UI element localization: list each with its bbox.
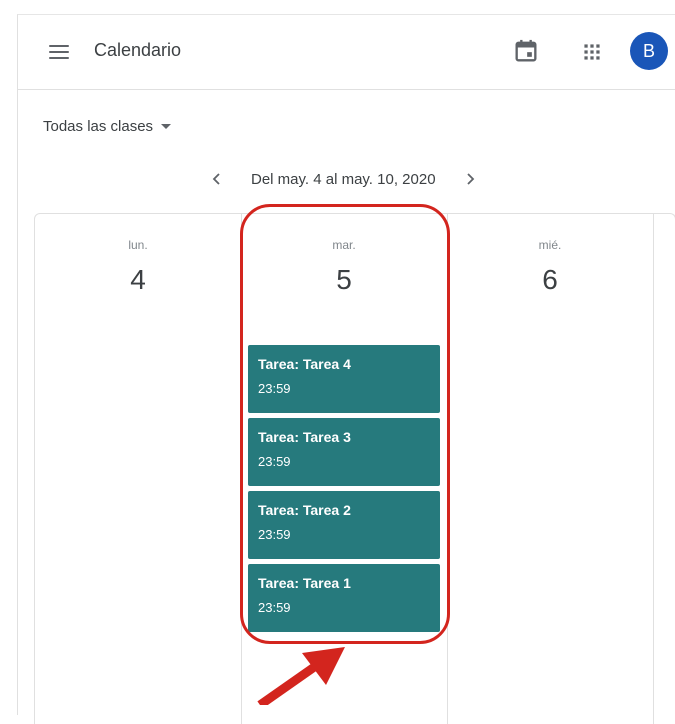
day-header: mié. 6 <box>447 238 653 296</box>
apps-button[interactable] <box>579 39 605 65</box>
week-navigation: Del may. 4 al may. 10, 2020 <box>205 167 482 191</box>
event-title: Tarea: Tarea 2 <box>258 502 351 518</box>
main-menu-button[interactable] <box>44 37 74 67</box>
annotation-arrow-icon <box>257 647 345 705</box>
event-title: Tarea: Tarea 1 <box>258 575 351 591</box>
class-filter-label: Todas las clases <box>43 118 154 135</box>
top-app-bar: Calendario B <box>18 15 675 90</box>
calendar-icon <box>515 39 537 62</box>
week-grid: lun. 4 mar. 5 Tarea: Tarea 4 23:59 Tarea… <box>34 213 675 724</box>
event-list: Tarea: Tarea 4 23:59 Tarea: Tarea 3 23:5… <box>248 345 440 632</box>
previous-week-button[interactable] <box>205 167 229 191</box>
day-column-mon[interactable]: lun. 4 <box>35 214 242 724</box>
day-number: 5 <box>336 264 352 295</box>
day-of-week: mié. <box>538 238 562 252</box>
event-time: 23:59 <box>258 600 291 615</box>
account-avatar[interactable]: B <box>630 32 668 70</box>
next-week-button[interactable] <box>458 167 482 191</box>
calendar-button[interactable] <box>512 37 540 65</box>
week-range-label: Del may. 4 al may. 10, 2020 <box>251 170 436 188</box>
chevron-right-icon <box>466 173 474 185</box>
page-title: Calendario <box>94 40 182 60</box>
assignment-event[interactable]: Tarea: Tarea 3 23:59 <box>248 418 440 486</box>
hamburger-menu-icon <box>49 45 69 47</box>
chevron-left-icon <box>212 173 220 185</box>
class-filter-dropdown[interactable]: Todas las clases <box>43 118 172 135</box>
day-header: lun. 4 <box>35 238 241 296</box>
event-title: Tarea: Tarea 4 <box>258 356 351 372</box>
event-time: 23:59 <box>258 381 291 396</box>
assignment-event[interactable]: Tarea: Tarea 2 23:59 <box>248 491 440 559</box>
assignment-event[interactable]: Tarea: Tarea 4 23:59 <box>248 345 440 413</box>
apps-grid-icon <box>584 44 600 60</box>
event-time: 23:59 <box>258 454 291 469</box>
day-number: 4 <box>130 264 146 295</box>
day-column-wed[interactable]: mié. 6 <box>447 214 654 724</box>
day-of-week: lun. <box>128 238 148 252</box>
day-number: 6 <box>542 264 558 295</box>
day-header: mar. 5 <box>241 238 447 296</box>
event-time: 23:59 <box>258 527 291 542</box>
day-of-week: mar. <box>332 238 356 252</box>
assignment-event[interactable]: Tarea: Tarea 1 23:59 <box>248 564 440 632</box>
dropdown-caret-icon <box>161 124 172 129</box>
event-title: Tarea: Tarea 3 <box>258 429 351 445</box>
